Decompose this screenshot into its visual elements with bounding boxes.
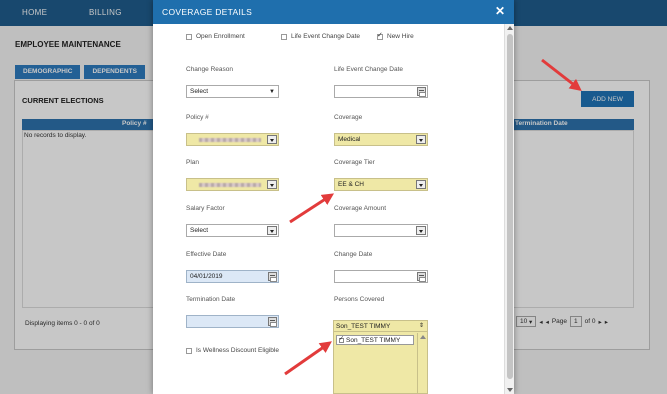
- change-reason-label: Change Reason: [186, 66, 233, 73]
- open-enrollment-checkbox[interactable]: [186, 33, 192, 40]
- effective-date-input[interactable]: 04/01/2019: [186, 270, 279, 283]
- persons-covered-display[interactable]: Son_TEST TIMMY ⇕: [334, 321, 427, 332]
- modal-title: COVERAGE DETAILS: [162, 7, 253, 17]
- wellness-checkbox[interactable]: [186, 347, 192, 354]
- open-enrollment-option[interactable]: Open Enrollment: [186, 33, 245, 40]
- plan-label: Plan: [186, 159, 200, 166]
- coverage-amount-label: Coverage Amount: [334, 205, 387, 212]
- effective-date-label: Effective Date: [186, 251, 227, 258]
- dropdown-icon[interactable]: [416, 135, 426, 144]
- dropdown-icon[interactable]: [267, 135, 277, 144]
- scroll-up-icon[interactable]: [420, 335, 426, 339]
- salary-factor-label: Salary Factor: [186, 205, 225, 212]
- life-event-checkbox[interactable]: [281, 33, 287, 40]
- life-event-change-date-option[interactable]: Life Event Change Date: [281, 33, 360, 40]
- life-event-change-date-input[interactable]: [334, 85, 428, 98]
- salary-factor-select[interactable]: Select: [186, 224, 279, 237]
- new-hire-option[interactable]: New Hire: [377, 31, 414, 40]
- plan-select[interactable]: [186, 178, 279, 191]
- persons-list-scrollbar[interactable]: [417, 333, 427, 393]
- scroll-thumb[interactable]: [507, 34, 513, 379]
- close-icon[interactable]: ✕: [495, 4, 505, 18]
- coverage-label: Coverage: [334, 114, 363, 121]
- redacted-value: [199, 183, 261, 187]
- up-down-icon[interactable]: ⇕: [419, 322, 424, 329]
- coverage-tier-select[interactable]: EE & CH: [334, 178, 428, 191]
- chevron-down-icon: ▼: [269, 89, 275, 95]
- policy-label: Policy #: [186, 114, 209, 121]
- wellness-discount-option[interactable]: Is Wellness Discount Eligible: [186, 347, 279, 354]
- change-reason-select[interactable]: Select ▼: [186, 85, 279, 98]
- life-event-change-date-label: Life Event Change Date: [334, 66, 404, 73]
- persons-covered-select[interactable]: Son_TEST TIMMY ⇕ Son_TEST TIMMY: [333, 320, 428, 394]
- calendar-icon[interactable]: [417, 87, 426, 97]
- coverage-select[interactable]: Medical: [334, 133, 428, 146]
- calendar-icon[interactable]: [268, 317, 277, 327]
- termination-date-label: Termination Date: [186, 296, 236, 303]
- modal-scrollbar[interactable]: [504, 24, 514, 394]
- coverage-tier-label: Coverage Tier: [334, 159, 375, 166]
- option-checkbox[interactable]: [339, 335, 344, 343]
- dropdown-icon[interactable]: [416, 180, 426, 189]
- scroll-down-icon[interactable]: [507, 388, 513, 392]
- policy-select[interactable]: [186, 133, 279, 146]
- modal-header: COVERAGE DETAILS ✕: [153, 0, 514, 24]
- persons-option-son-test-timmy[interactable]: Son_TEST TIMMY: [336, 335, 414, 345]
- persons-covered-label: Persons Covered: [334, 296, 385, 303]
- dropdown-icon[interactable]: [267, 180, 277, 189]
- dropdown-icon[interactable]: [267, 226, 277, 235]
- change-date-label: Change Date: [334, 251, 373, 258]
- dropdown-icon[interactable]: [416, 226, 426, 235]
- termination-date-input[interactable]: [186, 315, 279, 328]
- coverage-amount-select[interactable]: [334, 224, 428, 237]
- redacted-value: [199, 138, 261, 142]
- change-date-input[interactable]: [334, 270, 428, 283]
- calendar-icon[interactable]: [268, 272, 277, 282]
- new-hire-checkbox[interactable]: [377, 31, 383, 40]
- scroll-up-icon[interactable]: [507, 26, 513, 30]
- calendar-icon[interactable]: [417, 272, 426, 282]
